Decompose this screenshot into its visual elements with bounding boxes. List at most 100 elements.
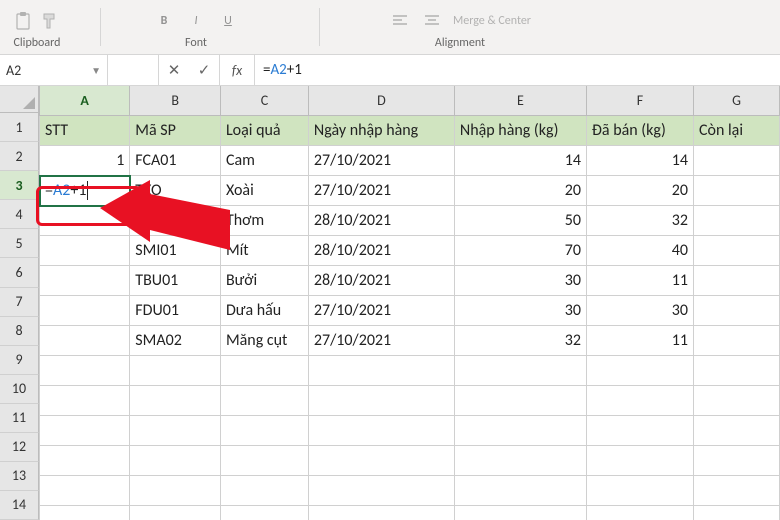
cell[interactable] — [454, 386, 586, 416]
cell[interactable]: Măng cụt — [220, 326, 308, 356]
row-header[interactable]: 8 — [0, 317, 39, 346]
cell[interactable] — [220, 446, 308, 476]
cell[interactable] — [586, 506, 693, 520]
cell[interactable]: Mít — [220, 236, 308, 266]
column-header[interactable]: D — [308, 86, 454, 116]
cell[interactable] — [694, 386, 780, 416]
chevron-down-icon[interactable]: ▼ — [91, 64, 101, 77]
cell[interactable] — [40, 206, 130, 236]
cell[interactable] — [130, 386, 221, 416]
cell[interactable]: 70 — [454, 236, 586, 266]
row-header[interactable]: 10 — [0, 375, 39, 404]
row-header[interactable]: 5 — [0, 229, 39, 258]
cell[interactable] — [130, 506, 221, 520]
row-header[interactable]: 3 — [0, 171, 39, 200]
column-header[interactable]: F — [586, 86, 693, 116]
cell[interactable]: STH — [130, 206, 221, 236]
row-header[interactable]: 4 — [0, 200, 39, 229]
cell[interactable]: SMI01 — [130, 236, 221, 266]
cell[interactable] — [694, 326, 780, 356]
row-header[interactable]: 11 — [0, 404, 39, 433]
cell[interactable] — [454, 446, 586, 476]
column-header[interactable]: E — [454, 86, 586, 116]
cell[interactable] — [694, 416, 780, 446]
italic-icon[interactable]: I — [185, 10, 207, 32]
cell[interactable] — [454, 506, 586, 520]
cell[interactable]: 30 — [454, 296, 586, 326]
cell[interactable]: Xoài — [220, 176, 308, 206]
cell[interactable] — [40, 476, 130, 506]
column-header[interactable]: B — [130, 86, 221, 116]
cell[interactable] — [220, 506, 308, 520]
cell[interactable] — [40, 236, 130, 266]
align-left-icon[interactable] — [389, 10, 411, 32]
cell[interactable] — [694, 476, 780, 506]
cell[interactable]: 1 — [40, 146, 130, 176]
cell[interactable] — [40, 386, 130, 416]
cell[interactable] — [694, 506, 780, 520]
cell[interactable]: 32 — [586, 206, 693, 236]
cell[interactable] — [694, 266, 780, 296]
cell[interactable] — [586, 446, 693, 476]
table-header-cell[interactable]: Nhập hàng (kg) — [454, 116, 586, 146]
cell[interactable]: Bưởi — [220, 266, 308, 296]
cell[interactable]: Cam — [220, 146, 308, 176]
cell[interactable] — [308, 446, 454, 476]
cell[interactable] — [308, 506, 454, 520]
cell[interactable] — [220, 476, 308, 506]
cell[interactable]: 32 — [454, 326, 586, 356]
underline-icon[interactable]: U — [217, 10, 239, 32]
cell[interactable]: 11 — [586, 266, 693, 296]
cell[interactable] — [694, 236, 780, 266]
cell[interactable] — [586, 386, 693, 416]
table-header-cell[interactable]: STT — [40, 116, 130, 146]
cell[interactable] — [40, 446, 130, 476]
cell[interactable] — [694, 296, 780, 326]
cell[interactable] — [586, 356, 693, 386]
row-header[interactable]: 12 — [0, 433, 39, 462]
cell[interactable] — [220, 386, 308, 416]
cell[interactable] — [130, 476, 221, 506]
cell[interactable] — [586, 416, 693, 446]
cell[interactable]: 27/10/2021 — [308, 176, 454, 206]
cell[interactable]: Dưa hấu — [220, 296, 308, 326]
cell[interactable]: 40 — [586, 236, 693, 266]
cell[interactable] — [130, 356, 221, 386]
cell[interactable] — [454, 476, 586, 506]
cell[interactable] — [40, 416, 130, 446]
cell[interactable]: 27/10/2021 — [308, 326, 454, 356]
cell[interactable]: 14 — [586, 146, 693, 176]
cell[interactable] — [40, 356, 130, 386]
cell[interactable] — [308, 386, 454, 416]
cell[interactable] — [220, 416, 308, 446]
row-header[interactable]: 6 — [0, 258, 39, 287]
enter-formula-button[interactable]: ✓ — [189, 61, 219, 80]
grid[interactable]: ABCDEFGSTTMã SPLoại quảNgày nhập hàngNhậ… — [39, 86, 780, 520]
table-header-cell[interactable]: Mã SP — [130, 116, 221, 146]
cell[interactable]: 30 — [586, 296, 693, 326]
cell[interactable] — [454, 356, 586, 386]
bold-icon[interactable]: B — [153, 10, 175, 32]
cancel-formula-button[interactable]: ✕ — [159, 61, 189, 80]
fx-label[interactable]: fx — [220, 55, 255, 85]
cell[interactable] — [308, 416, 454, 446]
cell[interactable] — [694, 176, 780, 206]
cell[interactable]: 14 — [454, 146, 586, 176]
row-header[interactable]: 1 — [0, 113, 39, 142]
cell[interactable] — [586, 476, 693, 506]
table-header-cell[interactable]: Loại quả — [220, 116, 308, 146]
name-box[interactable]: A2 ▼ — [0, 55, 108, 85]
merge-center-icon[interactable]: Merge & Center — [453, 10, 531, 32]
cell[interactable]: =A2+1 — [40, 176, 130, 206]
cell[interactable]: Thơm — [220, 206, 308, 236]
select-all-corner[interactable] — [0, 86, 39, 113]
cell[interactable]: 28/10/2021 — [308, 236, 454, 266]
cell[interactable] — [40, 266, 130, 296]
cell[interactable]: 27/10/2021 — [308, 146, 454, 176]
cell[interactable] — [694, 356, 780, 386]
cell[interactable] — [694, 206, 780, 236]
table-header-cell[interactable]: Còn lại — [694, 116, 780, 146]
cell[interactable] — [308, 356, 454, 386]
cell[interactable]: FDU01 — [130, 296, 221, 326]
column-header[interactable]: G — [694, 86, 780, 116]
